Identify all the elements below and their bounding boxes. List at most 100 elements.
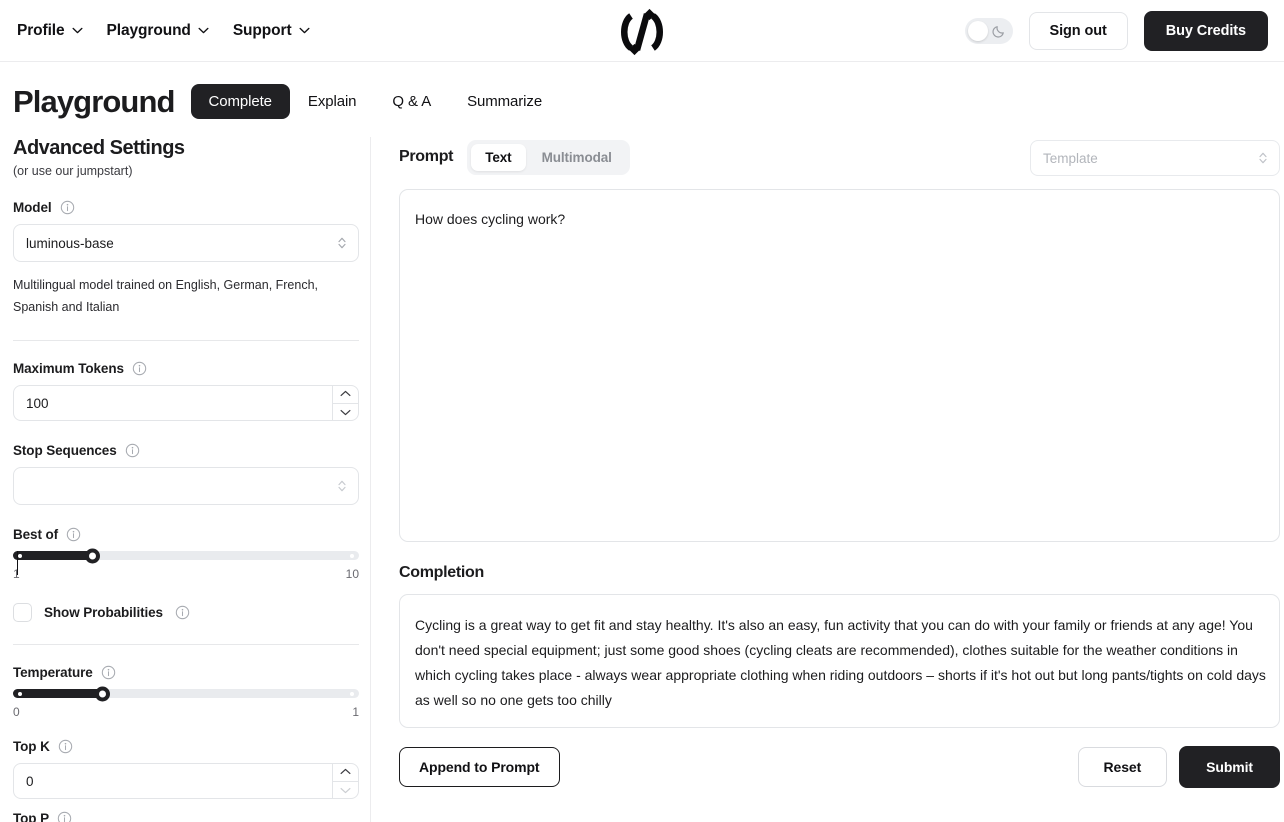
prompt-mode-multimodal[interactable]: Multimodal	[528, 144, 626, 171]
chevron-down-icon	[340, 409, 351, 415]
template-select-placeholder: Template	[1043, 150, 1098, 166]
temperature-slider-fill	[13, 689, 103, 698]
tab-explain[interactable]: Explain	[290, 84, 375, 119]
app-header: Profile Playground Support Sign out Buy …	[0, 0, 1284, 62]
info-icon[interactable]	[132, 361, 147, 376]
stop-sequences-label-row: Stop Sequences	[13, 443, 357, 458]
stop-sequences-select[interactable]	[13, 467, 359, 505]
completion-label: Completion	[399, 564, 484, 581]
max-tokens-decrement-button[interactable]	[333, 402, 358, 422]
prompt-mode-text[interactable]: Text	[471, 143, 526, 171]
main-navigation: Profile Playground Support	[0, 22, 310, 40]
top-p-label: Top P	[13, 811, 49, 822]
temperature-slider-knob[interactable]	[95, 686, 111, 701]
best-of-slider[interactable]: 1 10	[13, 548, 359, 581]
submit-button[interactable]: Submit	[1179, 746, 1280, 788]
best-of-slider-labels: 1 10	[13, 567, 359, 581]
show-probabilities-checkbox[interactable]	[13, 603, 32, 622]
prompt-mode-segmented-control: Text Multimodal	[467, 139, 630, 175]
theme-toggle[interactable]	[964, 17, 1013, 44]
temperature-max-label: 1	[352, 705, 359, 719]
top-k-stepper	[332, 763, 358, 799]
prompt-header: Prompt Text Multimodal Template	[399, 137, 1280, 177]
temperature-min-label: 0	[13, 705, 20, 719]
top-k-value: 0	[26, 773, 34, 789]
max-tokens-label-row: Maximum Tokens	[13, 361, 357, 376]
chevron-updown-icon	[338, 480, 346, 492]
best-of-max-label: 10	[345, 567, 359, 581]
best-of-slider-start-tick	[17, 551, 18, 575]
prompt-textarea[interactable]: How does cycling work?	[399, 189, 1280, 542]
max-tokens-value: 100	[26, 395, 49, 411]
temperature-slider-track[interactable]	[13, 686, 359, 701]
top-k-label: Top K	[13, 739, 50, 754]
slider-max-dot	[350, 691, 354, 696]
info-icon[interactable]	[60, 200, 75, 215]
top-k-increment-button[interactable]	[333, 763, 358, 781]
model-label-row: Model	[13, 200, 357, 215]
model-select-value: luminous-base	[26, 235, 114, 251]
best-of-label-row: Best of	[13, 527, 357, 542]
nav-item-playground[interactable]: Playground	[107, 22, 209, 40]
action-row: Append to Prompt Reset Submit	[399, 746, 1280, 788]
info-icon[interactable]	[66, 527, 81, 542]
theme-toggle-knob	[967, 20, 988, 41]
sidebar-subtitle: (or use our jumpstart)	[13, 164, 133, 178]
stop-sequences-label: Stop Sequences	[13, 443, 117, 458]
reset-button[interactable]: Reset	[1077, 747, 1168, 787]
chevron-up-icon	[340, 769, 351, 775]
sign-out-button[interactable]: Sign out	[1028, 11, 1128, 50]
info-icon[interactable]	[175, 605, 190, 620]
info-icon[interactable]	[58, 739, 73, 754]
max-tokens-label: Maximum Tokens	[13, 361, 124, 376]
tab-qa[interactable]: Q & A	[374, 84, 449, 119]
slider-min-dot	[18, 553, 22, 558]
model-helper-text: Multilingual model trained on English, G…	[13, 278, 319, 314]
best-of-slider-track[interactable]	[13, 548, 359, 563]
append-to-prompt-button[interactable]: Append to Prompt	[399, 747, 560, 787]
header-actions: Sign out Buy Credits	[964, 10, 1268, 51]
chevron-down-icon	[198, 27, 209, 34]
slider-max-dot	[350, 553, 354, 558]
chevron-up-icon	[340, 391, 351, 397]
model-select[interactable]: luminous-base	[13, 224, 359, 262]
show-probabilities-label: Show Probabilities	[44, 605, 163, 620]
page-body: Advanced Settings (or use our jumpstart)…	[0, 119, 1284, 822]
sidebar-divider-2	[13, 644, 359, 645]
top-k-input[interactable]: 0	[13, 763, 359, 799]
page-title: Playground	[13, 84, 175, 119]
best-of-slider-knob[interactable]	[85, 548, 101, 563]
slider-min-dot	[18, 691, 22, 696]
aleph-alpha-logo[interactable]	[616, 7, 668, 62]
nav-item-support-label: Support	[232, 21, 292, 39]
max-tokens-input[interactable]: 100	[13, 385, 359, 421]
max-tokens-increment-button[interactable]	[333, 385, 358, 403]
chevron-down-icon	[72, 27, 83, 34]
nav-item-support[interactable]: Support	[233, 22, 310, 40]
best-of-label: Best of	[13, 527, 59, 542]
buy-credits-button[interactable]: Buy Credits	[1143, 10, 1268, 51]
sidebar-title: Advanced Settings	[13, 137, 185, 159]
moon-icon	[991, 25, 1004, 38]
temperature-slider-labels: 0 1	[13, 705, 359, 719]
nav-item-profile[interactable]: Profile	[17, 22, 83, 40]
best-of-slider-fill	[13, 551, 93, 560]
chevron-updown-icon	[1259, 152, 1267, 164]
tab-complete[interactable]: Complete	[190, 84, 290, 119]
tab-summarize[interactable]: Summarize	[449, 84, 560, 119]
nav-item-profile-label: Profile	[17, 21, 65, 39]
page-header: Playground Complete Explain Q & A Summar…	[0, 62, 1284, 119]
template-select[interactable]: Template	[1030, 140, 1280, 176]
top-k-decrement-button[interactable]	[333, 780, 358, 800]
info-icon[interactable]	[125, 443, 140, 458]
chevron-down-icon	[340, 787, 351, 793]
nav-item-playground-label: Playground	[106, 21, 191, 39]
max-tokens-stepper	[332, 385, 358, 421]
temperature-slider[interactable]: 0 1	[13, 686, 359, 719]
info-icon[interactable]	[101, 665, 116, 680]
show-probabilities-row[interactable]: Show Probabilities	[13, 603, 357, 622]
temperature-label-row: Temperature	[13, 665, 357, 680]
completion-text: Cycling is a great way to get fit and st…	[415, 617, 1266, 708]
info-icon[interactable]	[57, 811, 72, 822]
prompt-label: Prompt	[399, 148, 454, 165]
